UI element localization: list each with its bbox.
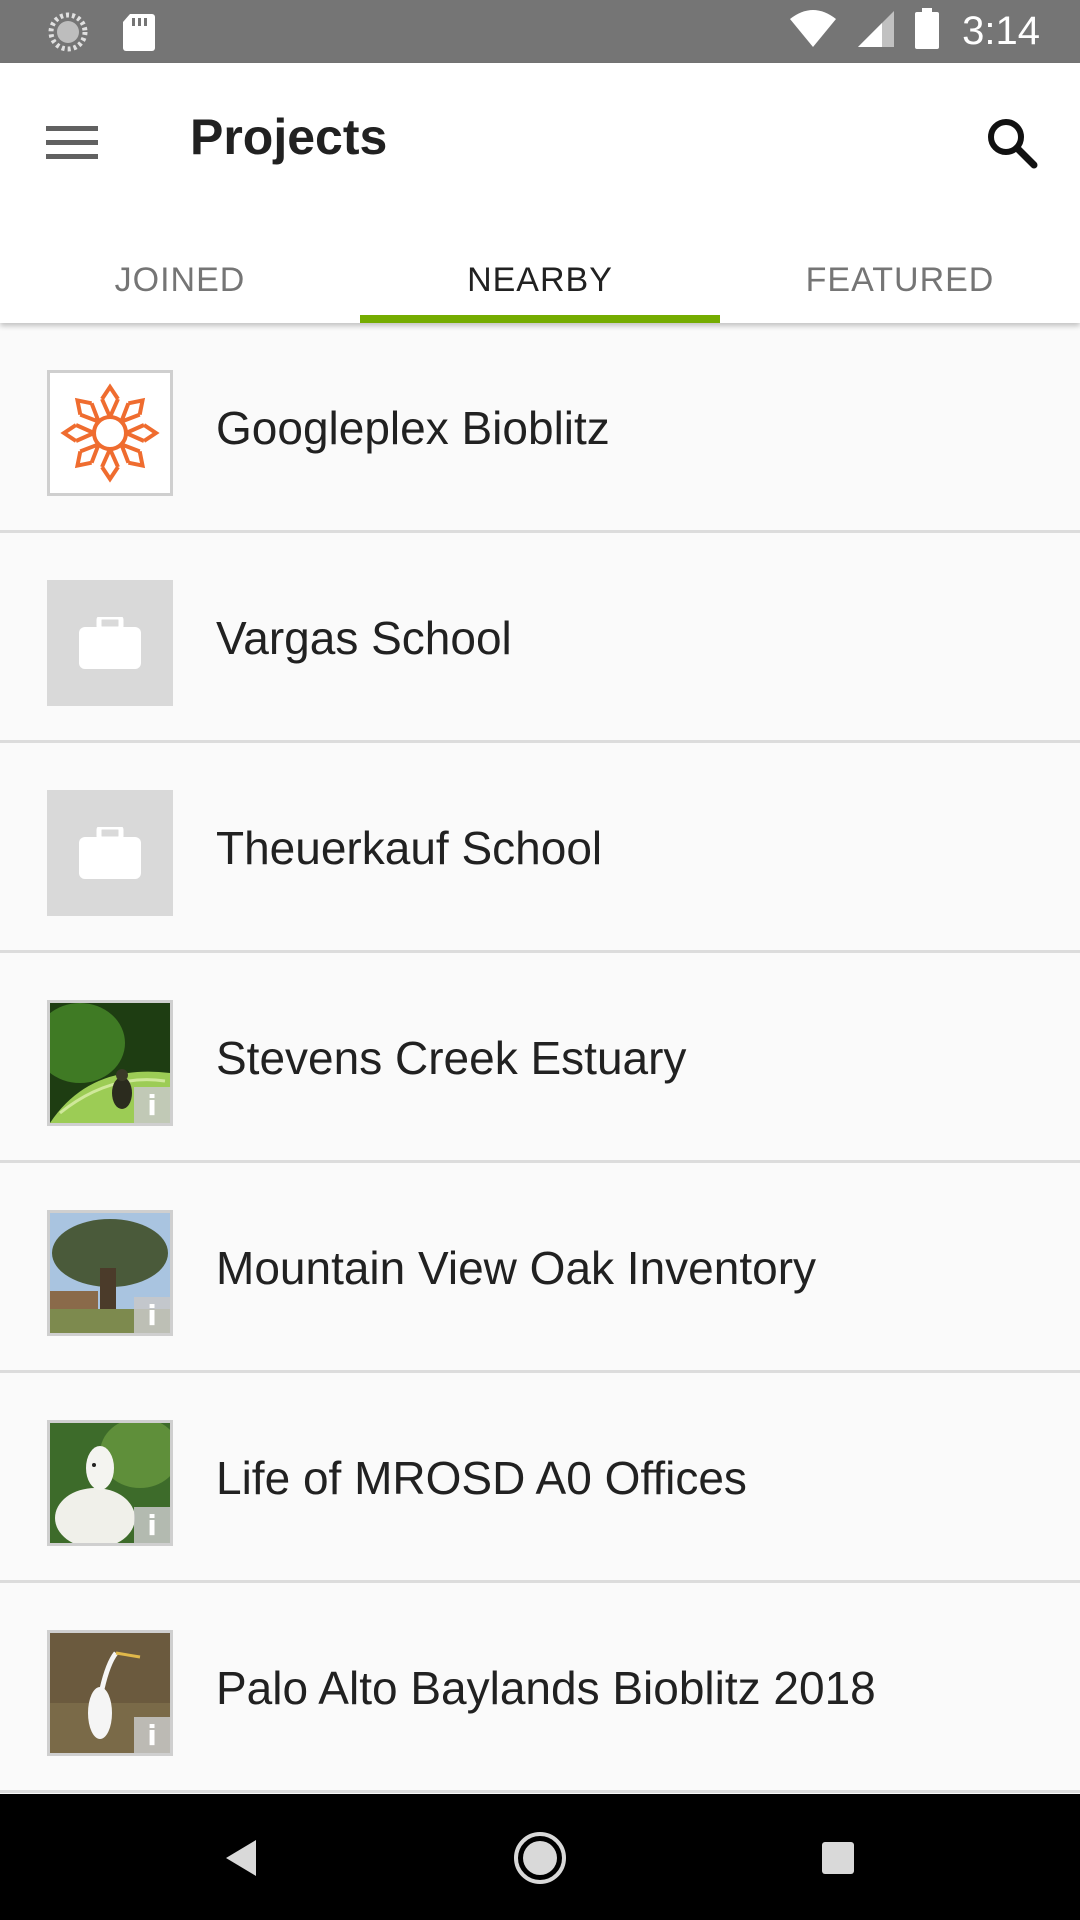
info-icon: i: [134, 1297, 170, 1333]
wifi-icon: [788, 9, 838, 54]
project-name: Mountain View Oak Inventory: [216, 1242, 817, 1294]
project-list: Googleplex Bioblitz Vargas School Theuer…: [0, 323, 1080, 1793]
clock: 3:14: [962, 9, 1040, 53]
app-bar: Projects JOINED NEARBY FEATURED: [0, 63, 1080, 323]
status-bar: 3:14: [0, 0, 1080, 63]
project-name: Life of MROSD A0 Offices: [216, 1452, 747, 1504]
recents-button[interactable]: [802, 1822, 874, 1894]
project-name: Stevens Creek Estuary: [216, 1032, 687, 1084]
tab-featured[interactable]: FEATURED: [720, 245, 1080, 323]
home-circle-icon: [514, 1832, 566, 1884]
sd-card-icon: [122, 12, 156, 57]
tab-bar: JOINED NEARBY FEATURED: [0, 245, 1080, 323]
list-item[interactable]: i Palo Alto Baylands Bioblitz 2018: [0, 1583, 1080, 1793]
recents-square-icon: [822, 1842, 854, 1874]
list-item[interactable]: i Stevens Creek Estuary: [0, 953, 1080, 1163]
list-item[interactable]: Googleplex Bioblitz: [0, 323, 1080, 533]
briefcase-icon: [79, 617, 141, 669]
list-item[interactable]: i Mountain View Oak Inventory: [0, 1163, 1080, 1373]
battery-icon: [914, 8, 940, 55]
list-item[interactable]: Theuerkauf School: [0, 743, 1080, 953]
project-name: Palo Alto Baylands Bioblitz 2018: [216, 1662, 876, 1714]
back-button[interactable]: [206, 1822, 278, 1894]
project-name: Vargas School: [216, 612, 512, 664]
tab-nearby[interactable]: NEARBY: [360, 245, 720, 323]
project-name: Theuerkauf School: [216, 822, 603, 874]
home-button[interactable]: [504, 1822, 576, 1894]
search-button[interactable]: [976, 107, 1048, 179]
project-thumbnail: i: [47, 1210, 173, 1336]
page-title: Projects: [190, 109, 388, 165]
project-thumbnail: [47, 790, 173, 916]
info-icon: i: [134, 1087, 170, 1123]
project-thumbnail: [47, 370, 173, 496]
info-icon: i: [134, 1507, 170, 1543]
info-icon: i: [134, 1717, 170, 1753]
bioblitz-logo-icon: [62, 383, 158, 481]
project-thumbnail: i: [47, 1420, 173, 1546]
back-triangle-icon: [226, 1840, 256, 1876]
list-item[interactable]: i Life of MROSD A0 Offices: [0, 1373, 1080, 1583]
project-thumbnail: [47, 580, 173, 706]
search-icon: [988, 119, 1038, 169]
tab-joined[interactable]: JOINED: [0, 245, 360, 323]
briefcase-icon: [79, 827, 141, 879]
cell-signal-icon: [856, 9, 896, 54]
project-thumbnail: i: [47, 1000, 173, 1126]
project-thumbnail: i: [47, 1630, 173, 1756]
navigation-bar: [0, 1794, 1080, 1920]
sync-icon: [48, 12, 88, 57]
menu-button[interactable]: [40, 111, 104, 175]
project-name: Googleplex Bioblitz: [216, 402, 610, 454]
list-item[interactable]: Vargas School: [0, 533, 1080, 743]
hamburger-menu-icon: [46, 126, 98, 159]
